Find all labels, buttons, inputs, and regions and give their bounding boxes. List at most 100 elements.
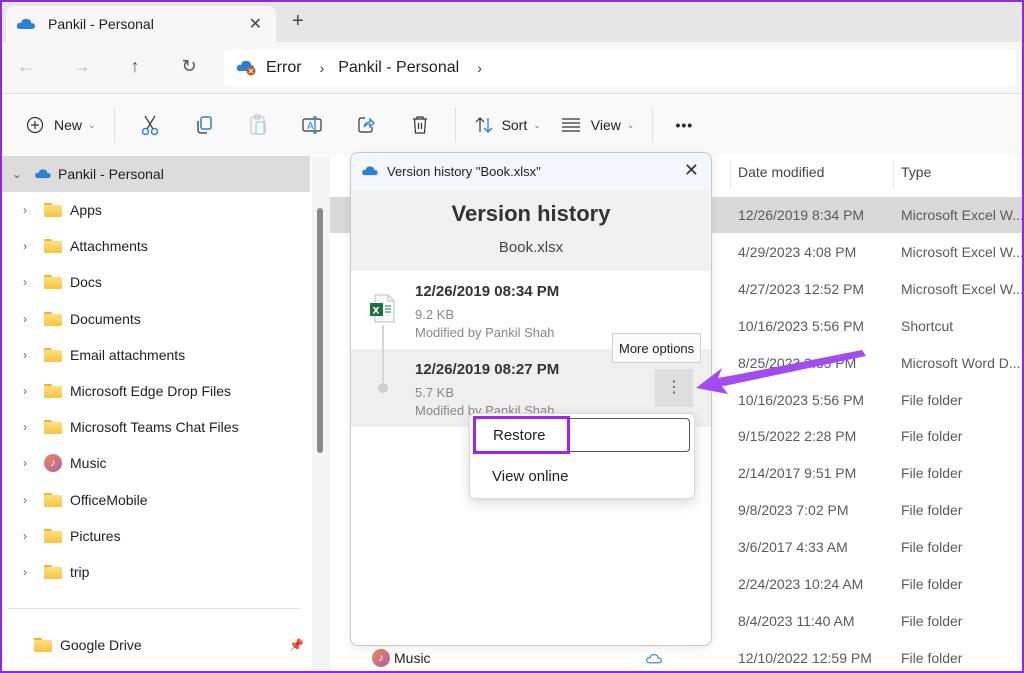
file-type: Microsoft Excel W... [901,207,1024,223]
version-time: 12/26/2019 08:34 PM [415,283,560,300]
sidebar-item-label: trip [70,564,90,580]
menu-item-restore[interactable]: Restore [474,418,690,452]
sidebar-item-microsoft-edge-drop-files[interactable]: › Microsoft Edge Drop Files [0,373,310,409]
file-date-modified: 12/26/2019 8:34 PM [738,207,865,223]
excel-file-icon: X [369,293,397,328]
pin-icon[interactable]: 📌 [289,638,304,652]
sidebar-item-google-drive[interactable]: Google Drive 📌 [0,627,310,663]
sort-button[interactable]: Sort ⌄ [464,107,551,143]
column-divider[interactable] [893,160,894,188]
back-button[interactable]: ← [14,56,38,77]
sidebar-item-label: Microsoft Teams Chat Files [70,419,239,436]
sidebar-divider [8,608,300,609]
sidebar-item-music[interactable]: › ♪ Music [0,445,310,481]
sidebar-item-label: Pictures [70,527,121,544]
svg-text:A: A [307,121,314,132]
sidebar-item-email-attachments[interactable]: › Email attachments [0,337,310,373]
rename-button[interactable]: A [285,107,339,143]
file-type: File folder [901,649,963,666]
file-date-modified: 9/8/2023 7:02 PM [738,502,849,519]
close-tab-icon[interactable]: ✕ [249,14,262,34]
chevron-right-icon[interactable]: › [18,348,32,362]
chevron-right-icon[interactable]: › [18,456,32,470]
file-type: File folder [901,428,963,445]
folder-icon [44,420,62,435]
chevron-right-icon[interactable]: › [18,239,32,253]
chevron-right-icon[interactable]: › [18,275,32,289]
sidebar-item-trip[interactable]: › trip [0,554,310,590]
sidebar-item-pictures[interactable]: › Pictures [0,518,310,554]
forward-button[interactable]: → [70,56,94,77]
column-header-date-modified[interactable]: Date modified [738,156,824,192]
chevron-right-icon[interactable]: › [18,384,32,398]
share-icon [356,115,376,135]
file-type: Microsoft Word D... [901,354,1021,371]
sidebar-item-label: Pankil - Personal [58,166,164,182]
paste-icon [248,114,268,136]
file-date-modified: 3/6/2017 4:33 AM [738,539,848,556]
chevron-right-icon[interactable]: › [18,565,32,579]
file-date-modified: 9/15/2022 2:28 PM [738,428,857,445]
sidebar-item-label: Docs [70,274,102,291]
navigation-pane: ⌄ Pankil - Personal › Apps › Attachments › Do… [0,156,312,673]
sidebar-item-microsoft-teams-chat-files[interactable]: › Microsoft Teams Chat Files [0,409,310,445]
breadcrumb-chevron-icon[interactable]: › [477,60,482,76]
file-date-modified: 4/29/2023 4:08 PM [738,243,857,260]
file-type: Microsoft Excel W... [901,280,1024,297]
onedrive-error-icon [236,58,258,79]
file-type: Shortcut [901,317,954,334]
sidebar-scrollbar-thumb[interactable] [317,208,323,453]
column-divider[interactable] [730,160,731,188]
address-bar[interactable]: Error › Pankil - Personal › [224,50,1016,86]
breadcrumb-pankil-personal[interactable]: Pankil - Personal [338,59,459,77]
version-author: Modified by Pankil Shah [415,325,555,340]
sidebar-item-docs[interactable]: › Docs [0,264,310,300]
new-button[interactable]: New ⌄ [16,107,106,143]
dialog-filename: Book.xlsx [498,239,564,256]
chevron-down-icon[interactable]: ⌄ [10,167,24,181]
view-button[interactable]: View ⌄ [551,107,645,143]
file-date-modified: 8/25/2023 3:35 PM [738,354,857,371]
share-button[interactable] [339,107,393,143]
sidebar-item-documents[interactable]: › Documents [0,301,310,337]
sidebar-item-apps[interactable]: › Apps [0,192,310,228]
delete-icon [411,115,429,135]
copy-button[interactable] [177,107,231,143]
chevron-right-icon[interactable]: › [18,529,32,543]
version-more-options-button[interactable]: ⋮ [655,369,693,407]
tab-pankil-personal[interactable]: Pankil - Personal ✕ [6,6,276,42]
cut-button[interactable] [123,107,177,143]
sidebar-item-label: Google Drive [60,637,142,653]
chevron-right-icon[interactable]: › [18,312,32,326]
file-type: File folder [901,539,963,556]
sidebar-item-label: Music [70,455,107,472]
more-options-button[interactable]: ••• [661,107,707,143]
folder-icon [44,384,62,398]
paste-button[interactable] [231,107,285,143]
plus-circle-icon [26,116,44,134]
chevron-right-icon[interactable]: › [18,493,32,507]
new-tab-button[interactable]: + [292,10,304,33]
delete-button[interactable] [393,107,447,143]
breadcrumb-error[interactable]: Error [266,59,302,77]
file-type: File folder [901,465,963,482]
sidebar-item-pankil-personal[interactable]: ⌄ Pankil - Personal [0,156,310,192]
chevron-right-icon[interactable]: › [18,203,32,217]
breadcrumb-chevron-icon[interactable]: › [320,60,325,76]
sort-label: Sort [501,117,528,133]
chevron-right-icon[interactable]: › [18,420,32,434]
sidebar-item-officemobile[interactable]: › OfficeMobile [0,482,310,518]
close-dialog-icon[interactable]: ✕ [684,160,699,181]
tab-title: Pankil - Personal [48,16,154,32]
refresh-button[interactable]: ↻ [177,56,201,77]
up-button[interactable]: ↑ [123,56,147,77]
column-header-type[interactable]: Type [901,156,931,192]
folder-icon [34,638,52,652]
folder-icon [44,239,62,254]
onedrive-cloud-icon [361,163,379,179]
navigation-bar: ← → ↑ ↻ Error › Pankil - Personal › [0,42,1024,94]
menu-item-view-online[interactable]: View online [474,460,690,494]
onedrive-cloud-icon [34,166,52,182]
sidebar-item-attachments[interactable]: › Attachments [0,228,310,264]
file-date-modified: 10/16/2023 5:56 PM [738,391,865,408]
